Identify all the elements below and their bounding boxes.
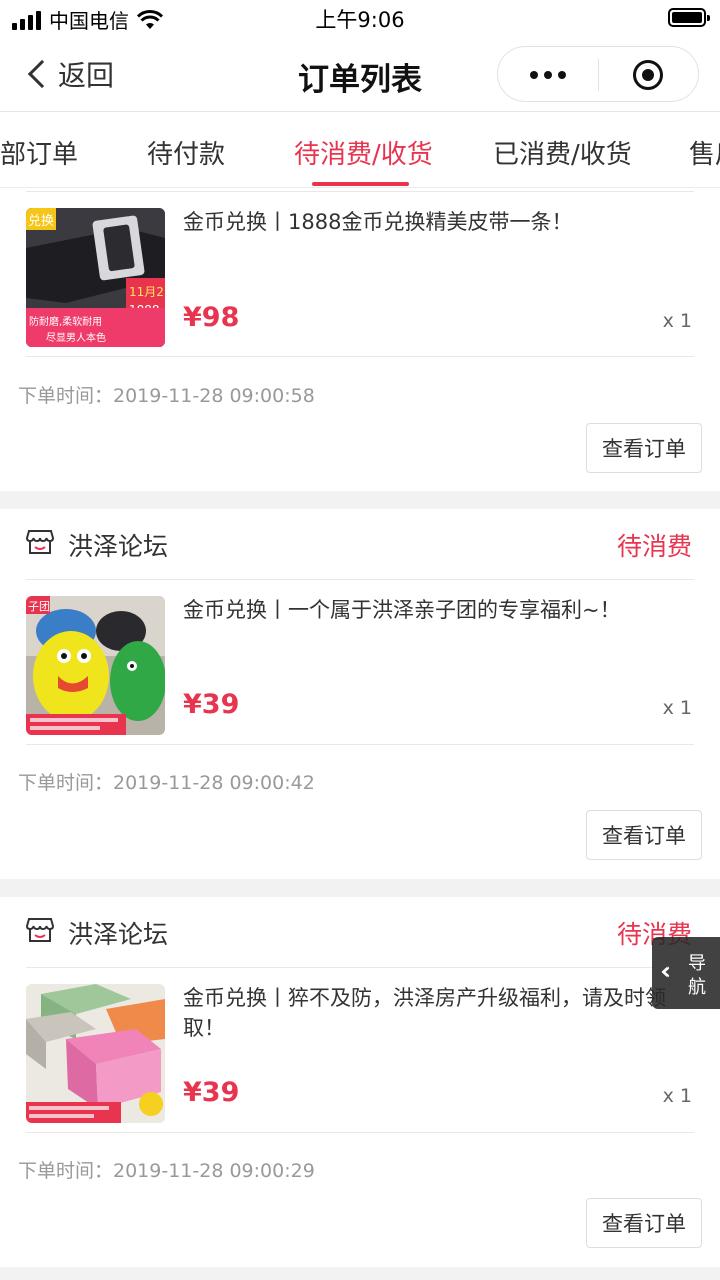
floating-nav-button[interactable]: ‹‹ 导 航 bbox=[652, 937, 720, 1009]
nav-bar: 返回 订单列表 bbox=[0, 36, 720, 112]
product-title[interactable]: 金币兑换丨一个属于洪泽亲子团的专享福利~！ bbox=[183, 595, 688, 625]
order-card: 洪泽论坛 待消费 金币兑换丨猝不及防，洪泽房产升级福利，请及时领取！ ¥39 x… bbox=[0, 897, 720, 1267]
tab-after-sales[interactable]: 售后 bbox=[689, 134, 720, 171]
svg-text:兑换: 兑换 bbox=[28, 214, 54, 229]
divider bbox=[26, 744, 694, 745]
product-quantity: x 1 bbox=[662, 697, 692, 719]
shop-name: 洪泽论坛 bbox=[68, 532, 169, 561]
order-tabs: 全部订单 待付款 待消费/收货 已消费/收货 售后 bbox=[0, 112, 720, 188]
product-price: ¥39 bbox=[183, 689, 240, 720]
order-card: 洪泽论坛 待消费 子团 金币兑换丨一个属于洪泽亲子团的专享福利~！ ¥39 x … bbox=[0, 509, 720, 879]
product-quantity: x 1 bbox=[662, 1085, 692, 1107]
tab-all-orders[interactable]: 全部订单 bbox=[0, 134, 78, 171]
view-order-button[interactable]: 查看订单 bbox=[586, 810, 702, 860]
dot-icon bbox=[544, 71, 552, 79]
order-time: 下单时间：2019-11-28 09:00:58 bbox=[18, 385, 315, 407]
shop-name: 洪泽论坛 bbox=[68, 920, 169, 949]
mini-program-capsule bbox=[497, 46, 699, 102]
dot-icon bbox=[530, 71, 538, 79]
order-time: 下单时间：2019-11-28 09:00:42 bbox=[18, 772, 315, 794]
tab-consumed[interactable]: 已消费/收货 bbox=[493, 134, 632, 171]
more-options-button[interactable] bbox=[498, 47, 598, 103]
capsule-divider bbox=[598, 59, 599, 91]
dot-icon bbox=[558, 71, 566, 79]
store-icon bbox=[26, 530, 54, 554]
divider bbox=[26, 967, 694, 968]
double-chevron-left-icon: ‹‹ bbox=[660, 957, 672, 985]
svg-text:防耐磨,柔软耐用: 防耐磨,柔软耐用 bbox=[29, 315, 102, 328]
svg-text:子团: 子团 bbox=[28, 600, 50, 613]
battery-icon bbox=[668, 8, 710, 27]
divider bbox=[26, 1132, 694, 1133]
view-order-button[interactable]: 查看订单 bbox=[586, 423, 702, 473]
backpack-image: 子团 bbox=[26, 596, 165, 735]
product-thumbnail[interactable]: 兑换 11月2 1888 领 防耐磨,柔软耐用 尽显男人本色 bbox=[26, 208, 165, 347]
belt-image: 兑换 11月2 1888 领 防耐磨,柔软耐用 尽显男人本色 bbox=[26, 208, 165, 347]
product-title[interactable]: 金币兑换丨1888金币兑换精美皮带一条！ bbox=[183, 207, 688, 237]
float-nav-label: 航 bbox=[688, 977, 706, 998]
svg-text:11月2: 11月2 bbox=[129, 285, 164, 299]
product-thumbnail[interactable] bbox=[26, 984, 165, 1123]
status-bar: 中国电信 上午9:06 bbox=[0, 0, 720, 36]
product-price: ¥39 bbox=[183, 1077, 240, 1108]
product-title[interactable]: 金币兑换丨猝不及防，洪泽房产升级福利，请及时领取！ bbox=[183, 983, 688, 1043]
close-mini-program-button[interactable] bbox=[633, 60, 663, 90]
order-card: 兑换 11月2 1888 领 防耐磨,柔软耐用 尽显男人本色 金币兑换丨1888… bbox=[0, 188, 720, 491]
product-price: ¥98 bbox=[183, 302, 240, 333]
stool-image bbox=[26, 984, 165, 1123]
shop-header[interactable]: 洪泽论坛 待消费 bbox=[0, 509, 720, 579]
product-thumbnail[interactable]: 子团 bbox=[26, 596, 165, 735]
order-time: 下单时间：2019-11-28 09:00:29 bbox=[18, 1160, 315, 1182]
active-tab-indicator bbox=[312, 182, 409, 186]
product-quantity: x 1 bbox=[662, 310, 692, 332]
divider bbox=[26, 356, 694, 357]
float-nav-label: 导 bbox=[688, 953, 706, 974]
view-order-button[interactable]: 查看订单 bbox=[586, 1198, 702, 1248]
clock: 上午9:06 bbox=[315, 8, 405, 32]
tab-pending-payment[interactable]: 待付款 bbox=[147, 134, 225, 171]
store-icon bbox=[26, 918, 54, 942]
order-status: 待消费 bbox=[616, 532, 692, 561]
shop-header[interactable]: 洪泽论坛 待消费 bbox=[0, 897, 720, 967]
tab-pending-consumption[interactable]: 待消费/收货 bbox=[294, 134, 433, 171]
divider bbox=[26, 579, 694, 580]
svg-text:尽显男人本色: 尽显男人本色 bbox=[46, 331, 106, 344]
divider bbox=[26, 191, 694, 192]
